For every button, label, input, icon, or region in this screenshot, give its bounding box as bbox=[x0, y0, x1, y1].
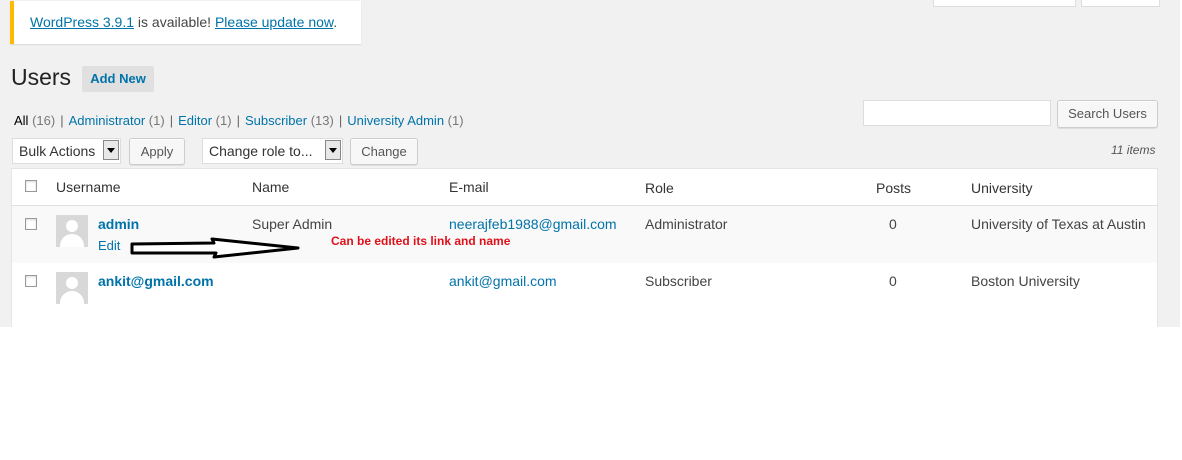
bulk-actions-value: Bulk Actions bbox=[19, 143, 96, 159]
change-role-value: Change role to... bbox=[209, 143, 313, 159]
bulk-actions-select[interactable]: Bulk Actions bbox=[12, 138, 121, 164]
screen-options-tab[interactable] bbox=[933, 0, 1076, 7]
filter-university-admin[interactable]: University Admin (1) bbox=[347, 113, 463, 128]
change-role-select[interactable]: Change role to... bbox=[202, 138, 343, 164]
filter-editor[interactable]: Editor (1) bbox=[178, 113, 231, 128]
edit-link[interactable]: Edit bbox=[98, 238, 120, 253]
row-checkbox[interactable] bbox=[25, 275, 37, 287]
help-tab[interactable] bbox=[1081, 0, 1160, 7]
annotation-text: Can be edited its link and name bbox=[331, 234, 511, 248]
row-checkbox[interactable] bbox=[25, 218, 37, 230]
table-header: Username Name E-mail Role Posts Universi… bbox=[12, 169, 1157, 206]
user-posts: 0 bbox=[889, 273, 897, 289]
user-email-link[interactable]: neerajfeb1988@gmail.com bbox=[449, 216, 617, 232]
filter-count: (1) bbox=[447, 113, 464, 128]
user-university: University of Texas at Austin bbox=[971, 216, 1146, 232]
filter-all[interactable]: All (16) bbox=[14, 113, 55, 128]
notice-text: is available! bbox=[134, 14, 215, 30]
search-users-input[interactable] bbox=[863, 100, 1051, 126]
filter-label: Subscriber bbox=[244, 113, 308, 128]
filter-count: (13) bbox=[310, 113, 334, 128]
admin-content-area: WordPress 3.9.1 is available! Please upd… bbox=[0, 0, 1182, 327]
user-name: Super Admin bbox=[252, 216, 333, 232]
user-posts: 0 bbox=[889, 216, 897, 232]
username-link[interactable]: admin bbox=[98, 216, 139, 232]
dropdown-arrow-icon bbox=[325, 140, 341, 160]
user-university: Boston University bbox=[971, 273, 1080, 289]
column-email[interactable]: E-mail bbox=[449, 179, 489, 195]
separator: | bbox=[60, 113, 64, 128]
separator: | bbox=[169, 113, 174, 128]
separator: | bbox=[338, 113, 343, 128]
table-row: ankit@gmail.com ankit@gmail.com Subscrib… bbox=[12, 263, 1157, 320]
user-role-filters: All (16) | Administrator (1) | Editor (1) | Su… bbox=[14, 113, 464, 128]
filter-label: University Admin bbox=[347, 113, 445, 128]
update-now-link[interactable]: Please update now bbox=[215, 14, 333, 30]
avatar bbox=[56, 272, 88, 304]
update-notice: WordPress 3.9.1 is available! Please upd… bbox=[10, 1, 361, 44]
notice-period: . bbox=[333, 14, 338, 30]
column-role: Role bbox=[645, 180, 674, 196]
column-username[interactable]: Username bbox=[56, 179, 121, 195]
user-role: Subscriber bbox=[645, 273, 712, 289]
column-university: University bbox=[971, 180, 1033, 196]
filter-label: Editor bbox=[178, 113, 213, 128]
select-all-checkbox[interactable] bbox=[25, 180, 37, 192]
filter-administrator[interactable]: Administrator (1) bbox=[69, 113, 165, 128]
dropdown-arrow-icon bbox=[103, 140, 119, 160]
filter-subscriber[interactable]: Subscriber (13) bbox=[245, 113, 334, 128]
filter-label: All bbox=[14, 113, 29, 128]
user-role: Administrator bbox=[645, 216, 728, 232]
page-title: Users bbox=[11, 64, 72, 90]
wordpress-version-link[interactable]: WordPress 3.9.1 bbox=[30, 14, 134, 30]
filter-label: Administrator bbox=[68, 113, 146, 128]
search-users-button[interactable]: Search Users bbox=[1057, 100, 1158, 128]
username-link[interactable]: ankit@gmail.com bbox=[98, 273, 214, 289]
apply-button[interactable]: Apply bbox=[129, 138, 185, 165]
avatar bbox=[56, 215, 88, 247]
add-new-button[interactable]: Add New bbox=[82, 66, 154, 92]
column-posts[interactable]: Posts bbox=[876, 180, 911, 196]
user-email-link[interactable]: ankit@gmail.com bbox=[449, 273, 557, 289]
change-button[interactable]: Change bbox=[350, 138, 418, 165]
filter-count: (16) bbox=[32, 113, 56, 128]
separator: | bbox=[236, 113, 240, 128]
annotation-arrow-icon bbox=[130, 237, 300, 259]
filter-count: (1) bbox=[215, 113, 232, 128]
items-count: 11 items bbox=[1111, 143, 1156, 157]
column-name[interactable]: Name bbox=[252, 179, 289, 195]
filter-count: (1) bbox=[148, 113, 165, 128]
